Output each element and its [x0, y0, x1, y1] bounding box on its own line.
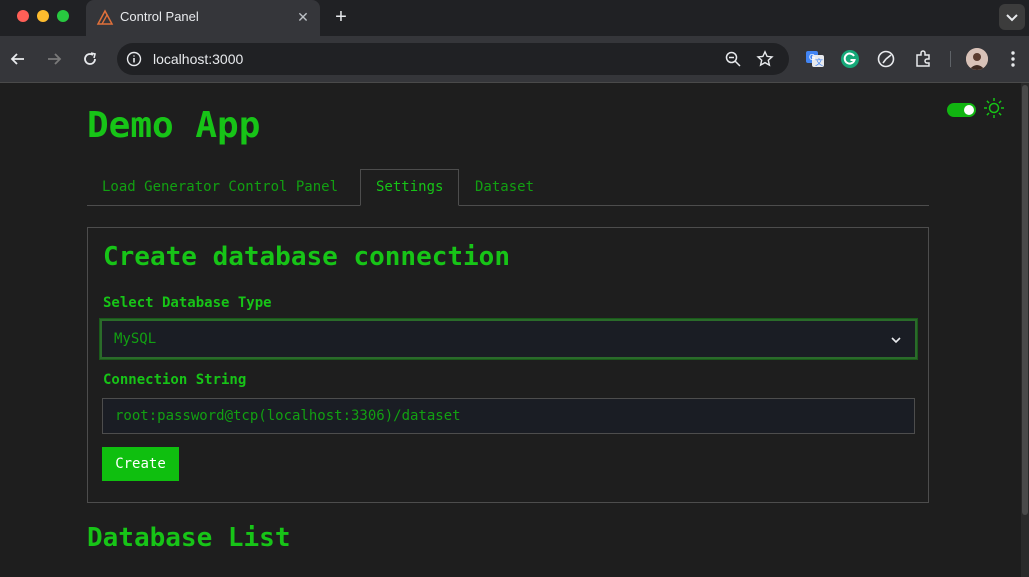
google-translate-icon[interactable]: G 文 [805, 49, 825, 69]
sun-icon[interactable] [983, 97, 1005, 119]
browser-toolbar: localhost:3000 G 文 [0, 36, 1029, 82]
maximize-window-button[interactable] [57, 10, 69, 22]
site-info-icon[interactable] [125, 50, 143, 68]
grammarly-icon[interactable] [840, 49, 860, 69]
new-tab-button[interactable]: + [330, 6, 352, 28]
db-type-label: Select Database Type [103, 295, 272, 311]
main-tabs: Load Generator Control Panel Settings Da… [87, 169, 929, 206]
close-window-button[interactable] [17, 10, 29, 22]
address-bar[interactable]: localhost:3000 [117, 43, 789, 75]
card-title: Create database connection [103, 242, 510, 272]
browser-tab[interactable]: Control Panel ✕ [86, 0, 320, 36]
connection-string-value: root:password@tcp(localhost:3306)/datase… [115, 408, 461, 424]
connection-string-input[interactable]: root:password@tcp(localhost:3306)/datase… [102, 398, 915, 434]
toggle-knob [964, 105, 974, 115]
create-connection-card: Create database connection Select Databa… [87, 227, 929, 503]
theme-toggle[interactable] [947, 103, 976, 117]
minimize-window-button[interactable] [37, 10, 49, 22]
browser-tab-strip: Control Panel ✕ + [0, 0, 1029, 36]
profile-avatar[interactable] [966, 48, 988, 70]
profile-avatar-icon [966, 48, 988, 70]
page-scrollbar[interactable] [1021, 83, 1029, 577]
tab-settings[interactable]: Settings [360, 169, 460, 206]
page-title: Demo App [87, 105, 261, 146]
toolbar-divider [950, 51, 951, 67]
app-favicon-icon [96, 9, 114, 25]
chevron-down-icon [891, 337, 901, 344]
connection-string-label: Connection String [103, 372, 247, 388]
tab-load-generator[interactable]: Load Generator Control Panel [87, 169, 353, 205]
browser-tab-title: Control Panel [120, 9, 199, 24]
url-text[interactable]: localhost:3000 [153, 51, 243, 67]
tab-search-button[interactable] [999, 4, 1025, 30]
svg-text:文: 文 [815, 57, 823, 67]
bookmark-star-icon[interactable] [756, 50, 774, 68]
extension-icon[interactable] [876, 49, 896, 69]
scrollbar-thumb[interactable] [1022, 85, 1028, 515]
database-list-title: Database List [87, 523, 291, 553]
db-type-value: MySQL [114, 331, 157, 347]
create-button[interactable]: Create [102, 447, 179, 481]
more-menu-icon[interactable] [1003, 49, 1023, 69]
back-arrow-icon[interactable] [7, 48, 29, 70]
reload-icon[interactable] [79, 48, 101, 70]
puzzle-icon[interactable] [913, 49, 933, 69]
chevron-down-icon [1006, 14, 1018, 22]
forward-arrow-icon[interactable] [43, 48, 65, 70]
close-tab-icon[interactable]: ✕ [294, 8, 312, 26]
page-content: Demo App Load Generator Control Panel Se… [0, 83, 1021, 577]
zoom-icon[interactable] [724, 50, 742, 68]
db-type-select[interactable]: MySQL [99, 318, 918, 360]
tab-dataset[interactable]: Dataset [460, 169, 549, 205]
